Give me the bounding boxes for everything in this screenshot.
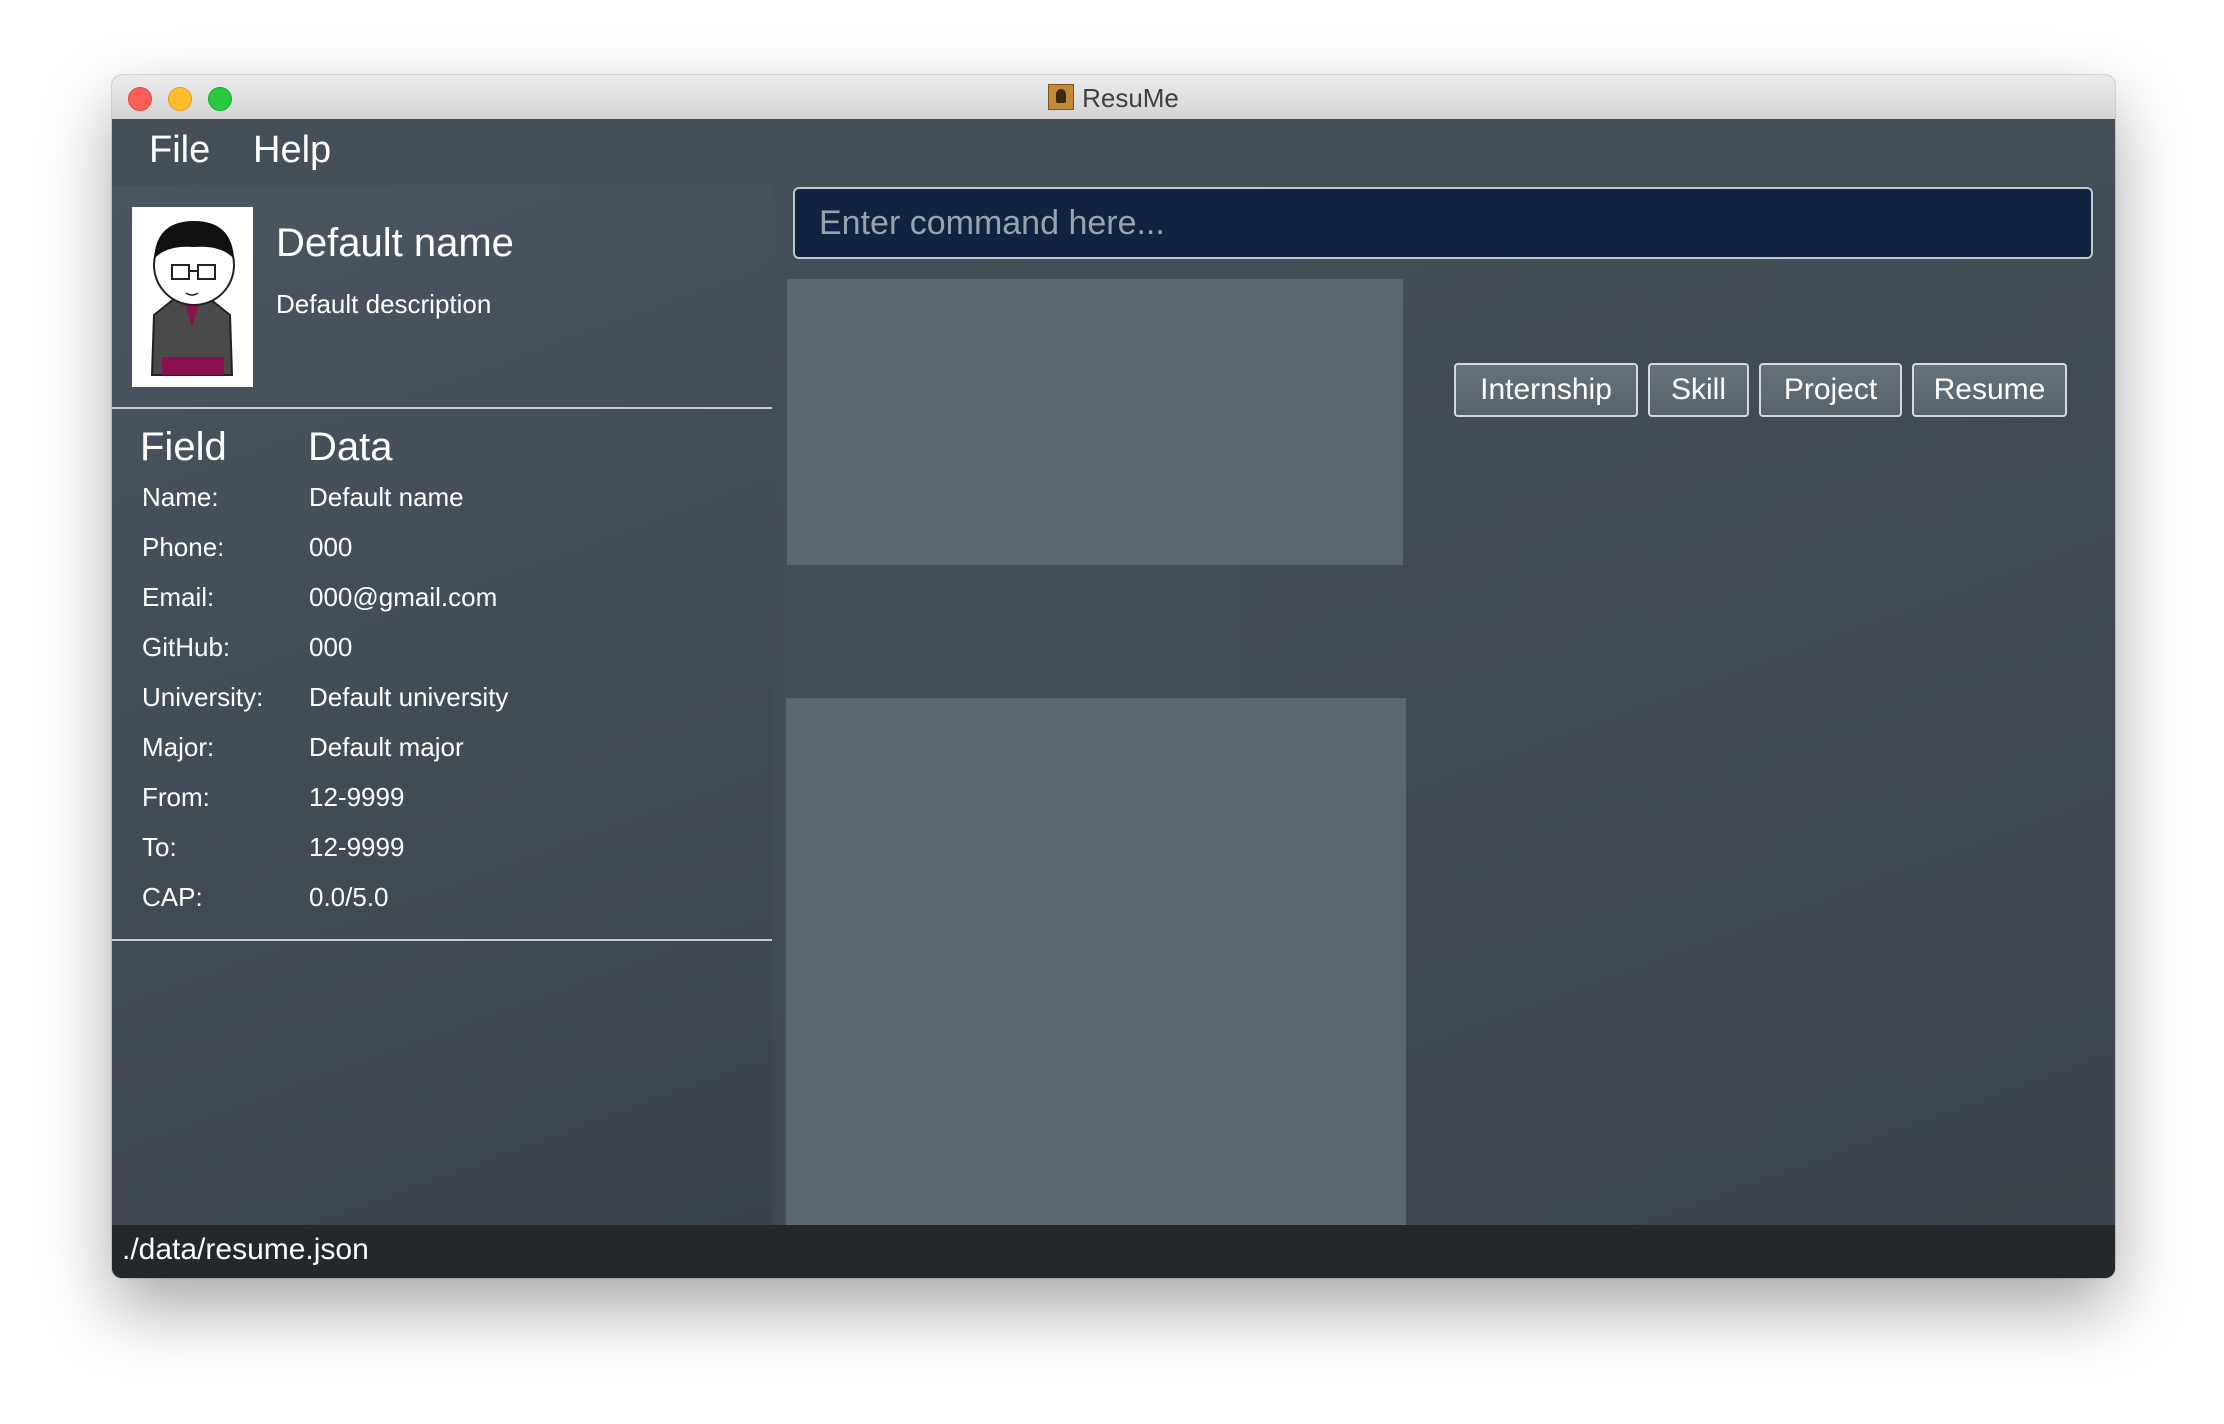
table-row-value-cap: 0.0/5.0 bbox=[309, 882, 389, 912]
table-row-value-phone: 000 bbox=[309, 532, 353, 562]
avatar-illustration bbox=[132, 207, 253, 387]
main-area: Internship Skill Project Resume bbox=[772, 185, 2115, 1278]
status-file-path: ./data/resume.json bbox=[122, 1233, 369, 1266]
profile-name: Default name bbox=[276, 221, 514, 265]
table-header-field: Field bbox=[140, 425, 227, 469]
table-row-value-name: Default name bbox=[309, 482, 464, 512]
table-row-label-university: University: bbox=[142, 682, 264, 712]
avatar bbox=[132, 207, 253, 387]
table-row-label-name: Name: bbox=[142, 482, 219, 512]
list-item[interactable] bbox=[787, 279, 1403, 565]
divider-bottom bbox=[112, 939, 772, 941]
window-title-text: ResuMe bbox=[1082, 83, 1179, 113]
table-row-label-email: Email: bbox=[142, 582, 215, 612]
table-row-value-email: 000@gmail.com bbox=[309, 582, 498, 612]
table-row-value-to: 12-9999 bbox=[309, 832, 405, 862]
table-row-label-github: GitHub: bbox=[142, 632, 231, 662]
table-row-value-university: Default university bbox=[309, 682, 509, 712]
profile-panel: Default name Default description Field D… bbox=[112, 185, 772, 1225]
title-bar: ResuMe bbox=[112, 75, 2115, 120]
table-row-label-cap: CAP: bbox=[142, 882, 203, 912]
menu-help[interactable]: Help bbox=[253, 129, 331, 172]
window-title: ResuMe bbox=[112, 83, 2115, 114]
table-row-value-from: 12-9999 bbox=[309, 782, 405, 812]
tab-internship[interactable]: Internship bbox=[1454, 363, 1638, 417]
table-row-value-major: Default major bbox=[309, 732, 464, 762]
profile-description: Default description bbox=[276, 289, 492, 319]
table-row-label-from: From: bbox=[142, 782, 210, 812]
status-bar: ./data/resume.json bbox=[112, 1225, 2115, 1278]
app-window: ResuMe File Help Default name Default de… bbox=[112, 75, 2115, 1278]
app-icon bbox=[1048, 84, 1075, 110]
tab-skill[interactable]: Skill bbox=[1648, 363, 1749, 417]
menu-file[interactable]: File bbox=[149, 129, 210, 172]
table-row-value-github: 000 bbox=[309, 632, 353, 662]
menu-bar: File Help bbox=[112, 119, 2115, 185]
divider-top bbox=[112, 407, 772, 409]
command-box bbox=[793, 187, 2093, 259]
table-row-label-to: To: bbox=[142, 832, 177, 862]
table-row-label-major: Major: bbox=[142, 732, 215, 762]
table-row-label-phone: Phone: bbox=[142, 532, 225, 562]
command-input[interactable] bbox=[795, 189, 2091, 257]
table-header-data: Data bbox=[308, 425, 393, 469]
detail-card[interactable] bbox=[786, 698, 1406, 1278]
tab-resume[interactable]: Resume bbox=[1912, 363, 2067, 417]
tab-project[interactable]: Project bbox=[1759, 363, 1902, 417]
